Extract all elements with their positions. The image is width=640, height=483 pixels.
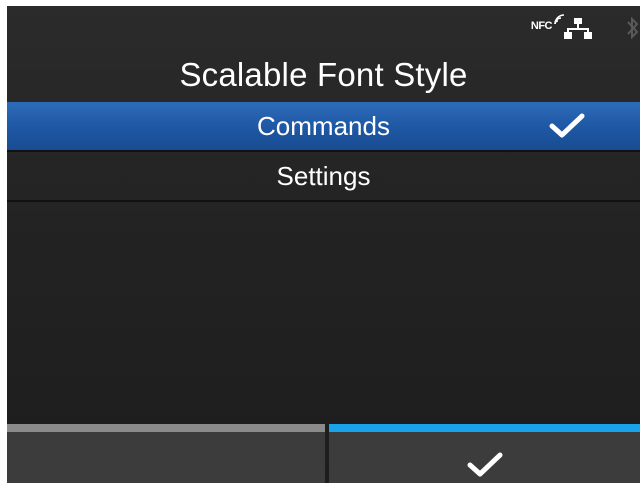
menu-list: Commands Settings — [7, 102, 640, 202]
nfc-label: NFC — [530, 20, 553, 32]
confirm-button[interactable] — [329, 424, 640, 483]
check-icon — [549, 113, 585, 138]
network-icon — [564, 18, 592, 39]
nfc-icon: NFC — [530, 14, 564, 38]
status-bar: NFC — [480, 6, 640, 46]
check-icon — [467, 452, 502, 477]
menu-item-label: Settings — [276, 161, 371, 191]
bluetooth-icon — [627, 16, 639, 40]
printer-screen: NFC Scalable Font Style Commands Setting… — [7, 6, 640, 483]
page-title: Scalable Font Style — [179, 56, 468, 93]
menu-item-settings[interactable]: Settings — [7, 152, 640, 202]
menu-item-label: Commands — [257, 111, 390, 141]
footer-bar — [7, 424, 640, 483]
back-button[interactable] — [7, 424, 325, 483]
menu-item-commands[interactable]: Commands — [7, 102, 640, 152]
